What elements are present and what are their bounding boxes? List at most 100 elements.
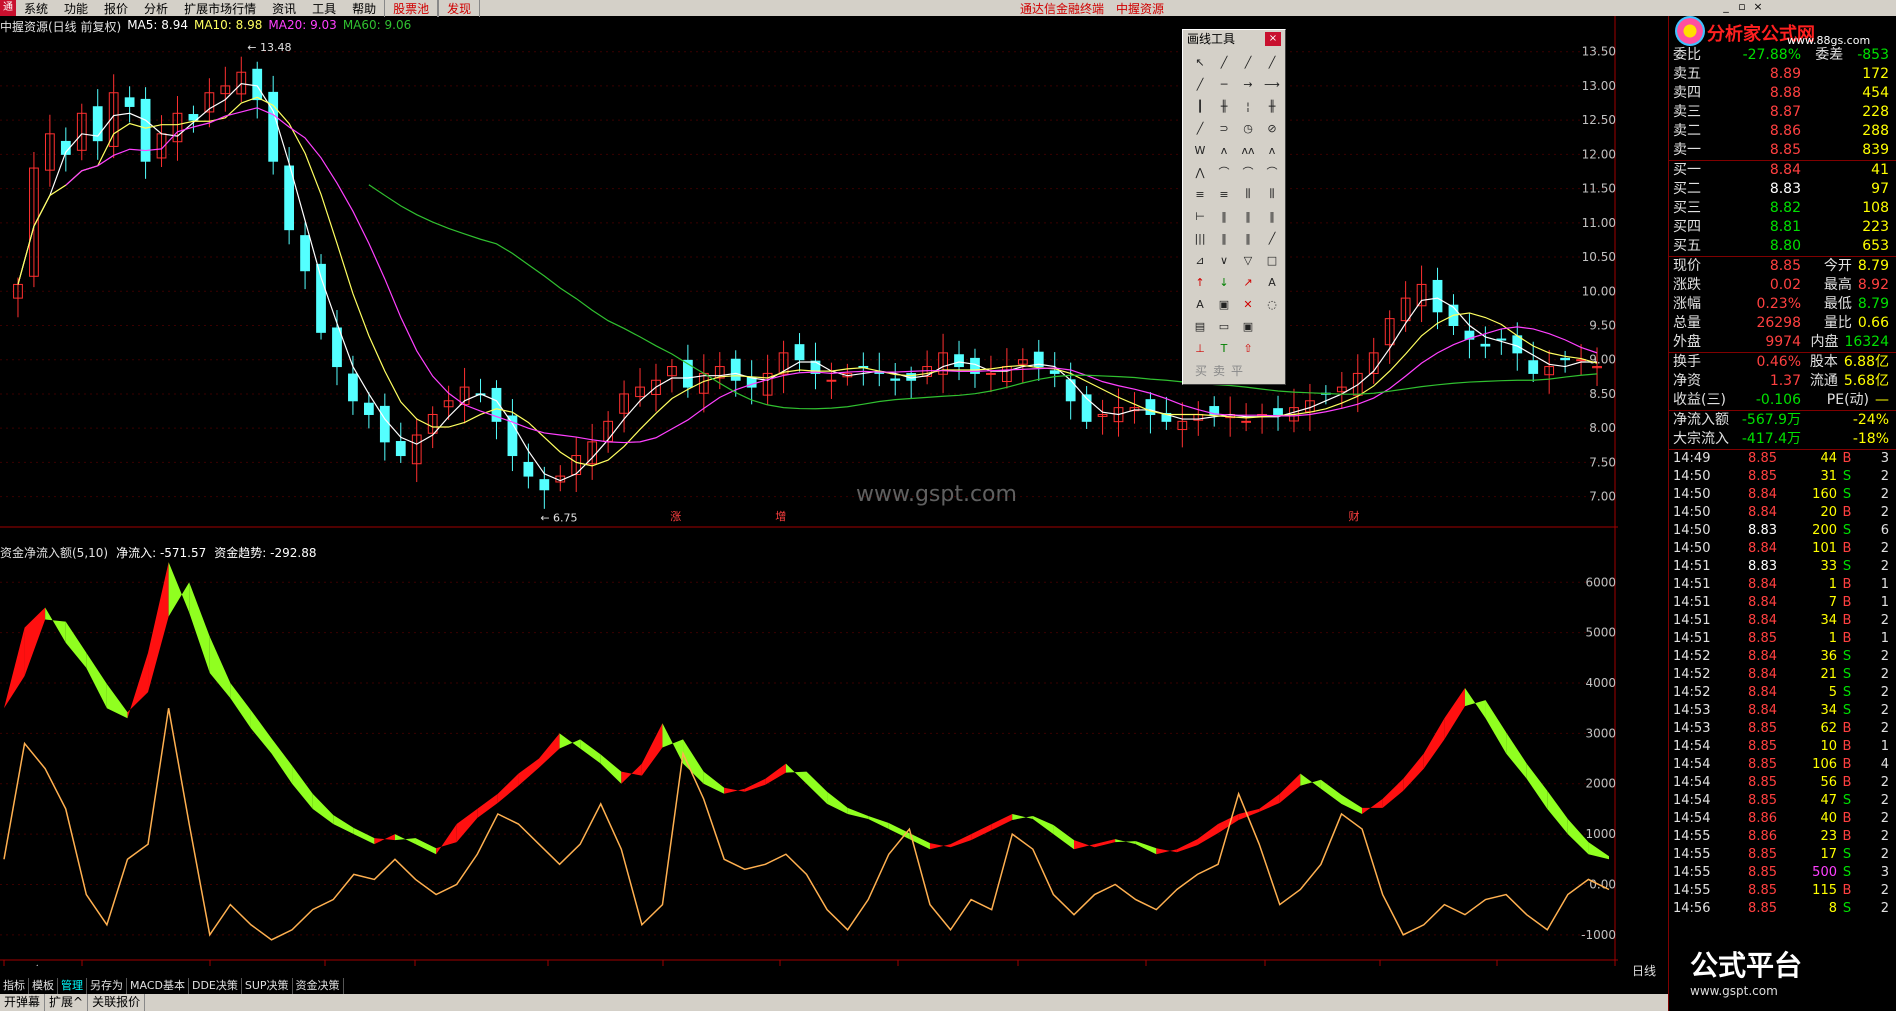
tool-button-icon[interactable]: ʌ [1213, 140, 1235, 160]
tick-row[interactable]: 14:52 8.84 5 S 2 [1669, 684, 1896, 702]
tool-button-icon[interactable]: ╱ [1261, 52, 1283, 72]
tab-indicator[interactable]: 指标 [0, 978, 29, 994]
tick-row[interactable]: 14:52 8.84 21 S 2 [1669, 666, 1896, 684]
tab-template[interactable]: 模板 [29, 978, 58, 994]
tick-row[interactable]: 14:50 8.85 31 S 2 [1669, 468, 1896, 486]
tool-button-icon[interactable]: ⌒ [1261, 162, 1283, 182]
tick-row[interactable]: 14:55 8.85 500 S 3 [1669, 864, 1896, 882]
tool-button-icon[interactable]: ʌ [1261, 140, 1283, 160]
close-icon[interactable]: × [1750, 0, 1766, 16]
tool-button-icon[interactable]: ↑ [1189, 272, 1211, 292]
tab-sup[interactable]: SUP决策 [242, 978, 293, 994]
tick-row[interactable]: 14:51 8.84 34 B 2 [1669, 612, 1896, 630]
tool-flat[interactable]: 平 [1231, 362, 1243, 379]
tool-button-icon[interactable]: W [1189, 140, 1211, 160]
tool-button-icon[interactable]: ‖ [1237, 206, 1259, 226]
period-tab-day[interactable]: 日线 [1622, 962, 1666, 978]
tool-button-icon[interactable]: ◌ [1261, 294, 1283, 314]
tick-row[interactable]: 14:51 8.84 1 B 1 [1669, 576, 1896, 594]
menu-item-function[interactable]: 功能 [56, 0, 96, 17]
tool-button-icon[interactable]: ✕ [1237, 294, 1259, 314]
menu-item-system[interactable]: 系统 [16, 0, 56, 17]
tab-fund[interactable]: 资金决策 [293, 978, 344, 994]
tick-row[interactable]: 14:50 8.84 20 B 2 [1669, 504, 1896, 522]
tool-button-icon[interactable]: ⊘ [1261, 118, 1283, 138]
tab-manage[interactable]: 管理 [58, 978, 87, 994]
tool-button-icon[interactable]: ▤ [1189, 316, 1211, 336]
status-expand[interactable]: 扩展^ [45, 994, 89, 1011]
tick-row[interactable]: 14:52 8.84 36 S 2 [1669, 648, 1896, 666]
tool-button-icon[interactable]: ┃ [1189, 96, 1211, 116]
menu-item-stock-pool[interactable]: 股票池 [384, 0, 439, 17]
tool-button-icon[interactable]: ≡ [1189, 184, 1211, 204]
tool-button-icon[interactable]: ∨ [1213, 250, 1235, 270]
tool-button-icon[interactable]: ⊥ [1189, 338, 1211, 358]
tool-button-icon[interactable]: ↓ [1213, 272, 1235, 292]
tool-button-icon[interactable]: T [1213, 338, 1235, 358]
tick-row[interactable]: 14:54 8.85 56 B 2 [1669, 774, 1896, 792]
tick-row[interactable]: 14:51 8.84 7 B 1 [1669, 594, 1896, 612]
tool-button-icon[interactable]: ‖ [1213, 206, 1235, 226]
tool-button-icon[interactable]: ▣ [1237, 316, 1259, 336]
tool-button-icon[interactable] [1261, 316, 1283, 336]
tick-list[interactable]: 14:49 8.85 44 B 3 14:50 8.85 31 S 2 14:50 8.84 160 S 2… [1669, 450, 1896, 918]
tool-button-icon[interactable]: ⊿ [1189, 250, 1211, 270]
tool-button-icon[interactable]: ⫼ [1261, 184, 1283, 204]
tool-button-icon[interactable]: ╱ [1261, 228, 1283, 248]
menu-item-analysis[interactable]: 分析 [136, 0, 176, 17]
minimize-icon[interactable]: _ [1718, 0, 1734, 16]
tool-button-icon[interactable]: A [1261, 272, 1283, 292]
tool-button-icon[interactable]: ¦ [1237, 96, 1259, 116]
tick-row[interactable]: 14:54 8.85 106 B 4 [1669, 756, 1896, 774]
menu-item-quote[interactable]: 报价 [96, 0, 136, 17]
tool-button-icon[interactable]: ⊢ [1189, 206, 1211, 226]
tick-row[interactable]: 14:54 8.85 47 S 2 [1669, 792, 1896, 810]
tool-button-icon[interactable]: ─ [1213, 74, 1235, 94]
tool-button-icon[interactable]: ⫼ [1237, 184, 1259, 204]
menu-item-news[interactable]: 资讯 [264, 0, 304, 17]
tool-button-icon[interactable]: ↗ [1237, 272, 1259, 292]
tool-button-icon[interactable]: ╱ [1189, 74, 1211, 94]
kline-chart[interactable]: 13.5013.0012.5012.0011.5011.0010.5010.00… [0, 16, 1618, 966]
tool-button-icon[interactable]: → [1237, 74, 1259, 94]
tool-button-icon[interactable]: ╱ [1213, 52, 1235, 72]
tick-row[interactable]: 14:53 8.84 34 S 2 [1669, 702, 1896, 720]
tool-button-icon[interactable]: A [1189, 294, 1211, 314]
tool-button-icon[interactable]: ʌʌ [1237, 140, 1259, 160]
tool-button-icon[interactable]: ▭ [1213, 316, 1235, 336]
tool-button-icon[interactable]: ╫ [1213, 96, 1235, 116]
tool-button-icon[interactable]: □ [1261, 250, 1283, 270]
menu-item-help[interactable]: 帮助 [344, 0, 384, 17]
tick-row[interactable]: 14:51 8.85 1 B 1 [1669, 630, 1896, 648]
tool-sell[interactable]: 卖 [1213, 362, 1225, 379]
tool-button-icon[interactable]: ‖ [1237, 228, 1259, 248]
tools-title-bar[interactable]: 画线工具 × [1183, 30, 1285, 48]
tick-row[interactable]: 14:55 8.85 17 S 2 [1669, 846, 1896, 864]
menu-item-ext-market[interactable]: 扩展市场行情 [176, 0, 264, 17]
tick-row[interactable]: 14:54 8.85 10 B 1 [1669, 738, 1896, 756]
chart-area[interactable]: 13.50 13.00 12.50 12.00 11.50 11.00 10.50 10.00… [0, 16, 1618, 966]
tool-button-icon[interactable]: ‖ [1213, 228, 1235, 248]
tool-button-icon[interactable]: ⟶ [1261, 74, 1283, 94]
tool-button-icon[interactable]: ⇧ [1237, 338, 1259, 358]
tick-row[interactable]: 14:55 8.85 115 B 2 [1669, 882, 1896, 900]
tools-close-icon[interactable]: × [1265, 32, 1281, 46]
tab-save-as[interactable]: 另存为 [87, 978, 127, 994]
tool-button-icon[interactable]: ▣ [1213, 294, 1235, 314]
tool-button-icon[interactable]: ≡ [1213, 184, 1235, 204]
tool-button-icon[interactable]: ⌒ [1237, 162, 1259, 182]
tick-row[interactable]: 14:56 8.85 8 S 2 [1669, 900, 1896, 918]
status-danmaku[interactable]: 开弹幕 [0, 994, 46, 1011]
tool-button-icon[interactable]: ||| [1189, 228, 1211, 248]
menu-item-tools[interactable]: 工具 [304, 0, 344, 17]
restore-icon[interactable]: ▫ [1734, 0, 1750, 16]
tick-row[interactable]: 14:50 8.84 160 S 2 [1669, 486, 1896, 504]
tool-button-icon[interactable]: ‖ [1261, 206, 1283, 226]
tick-row[interactable]: 14:54 8.86 40 B 2 [1669, 810, 1896, 828]
tool-button-icon[interactable]: ⋀ [1189, 162, 1211, 182]
drawing-tools-palette[interactable]: 画线工具 × ↖ ╱ ╱ ╱ ╱ ─ → ⟶ ┃ ╫ ¦ ╫ ╱ ⊃ ◷ ⊘ Wʌ ʌʌ ʌ ⋀ ⌒ ⌒ ⌒ ≡ ≡ ⫼ ⫼ ⊢ ‖ ‖ ‖… [1182, 29, 1286, 385]
status-linked-quote[interactable]: 关联报价 [88, 994, 146, 1011]
tool-button-icon[interactable]: ╱ [1237, 52, 1259, 72]
tab-macd[interactable]: MACD基本 [127, 978, 189, 994]
tool-button-icon[interactable]: ⊃ [1213, 118, 1235, 138]
